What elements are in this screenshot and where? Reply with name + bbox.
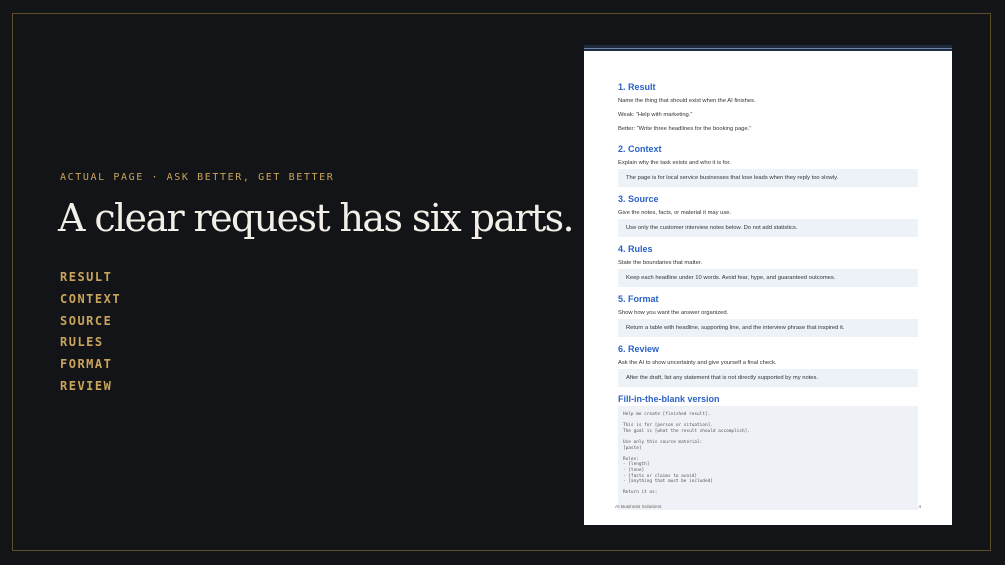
section-heading-source: 3. Source	[618, 194, 659, 204]
section-heading-rules: 4. Rules	[618, 244, 653, 254]
section-heading-context: 2. Context	[618, 144, 662, 154]
section-text-review: Ask the AI to show uncertainty and give …	[618, 360, 777, 366]
section-text-source: Give the notes, facts, or material it ma…	[618, 210, 732, 216]
document-page: 1. Result Name the thing that should exi…	[584, 45, 952, 525]
template-line: Return it as:	[623, 490, 658, 496]
document-page-number: 4	[918, 505, 921, 510]
template-heading: Fill-in-the-blank version	[618, 394, 720, 404]
document-content: 1. Result Name the thing that should exi…	[618, 81, 918, 510]
weak-example: Weak: “Help with marketing.”	[618, 112, 693, 118]
document-header-bar	[584, 45, 952, 51]
better-example: Better: “Write three headlines for the b…	[618, 126, 752, 132]
part-rules: RULES	[60, 335, 104, 350]
example-box-review: After the draft, list any statement that…	[618, 369, 918, 387]
document-footer-brand: AI Business Solutions	[615, 505, 662, 510]
example-box-context: The page is for local service businesses…	[618, 169, 918, 187]
section-heading-format: 5. Format	[618, 294, 659, 304]
parts-list: RESULT CONTEXT SOURCE RULES FORMAT REVIE…	[60, 268, 121, 399]
example-box-source: Use only the customer interview notes be…	[618, 219, 918, 237]
section-heading-review: 6. Review	[618, 344, 660, 354]
section-text-rules: State the boundaries that matter.	[618, 260, 703, 266]
section-text-context: Explain why the task exists and who it i…	[618, 160, 731, 166]
part-context: CONTEXT	[60, 291, 122, 306]
part-result: RESULT	[60, 270, 113, 284]
slide-headline: A clear request has six parts.	[58, 196, 575, 240]
slide-eyebrow: ACTUAL PAGE · ASK BETTER, GET BETTER	[60, 172, 335, 183]
example-box-rules: Keep each headline under 10 words. Avoid…	[618, 269, 918, 287]
example-box-format: Return a table with headline, supporting…	[618, 319, 918, 337]
section-text-result: Name the thing that should exist when th…	[618, 98, 756, 104]
part-review: REVIEW	[60, 378, 113, 393]
part-format: FORMAT	[60, 357, 113, 372]
template-code-block: Help me create [finished result]. This i…	[618, 406, 918, 510]
part-source: SOURCE	[60, 313, 113, 328]
section-text-format: Show how you want the answer organized.	[618, 310, 729, 316]
section-heading-result: 1. Result	[618, 82, 656, 92]
